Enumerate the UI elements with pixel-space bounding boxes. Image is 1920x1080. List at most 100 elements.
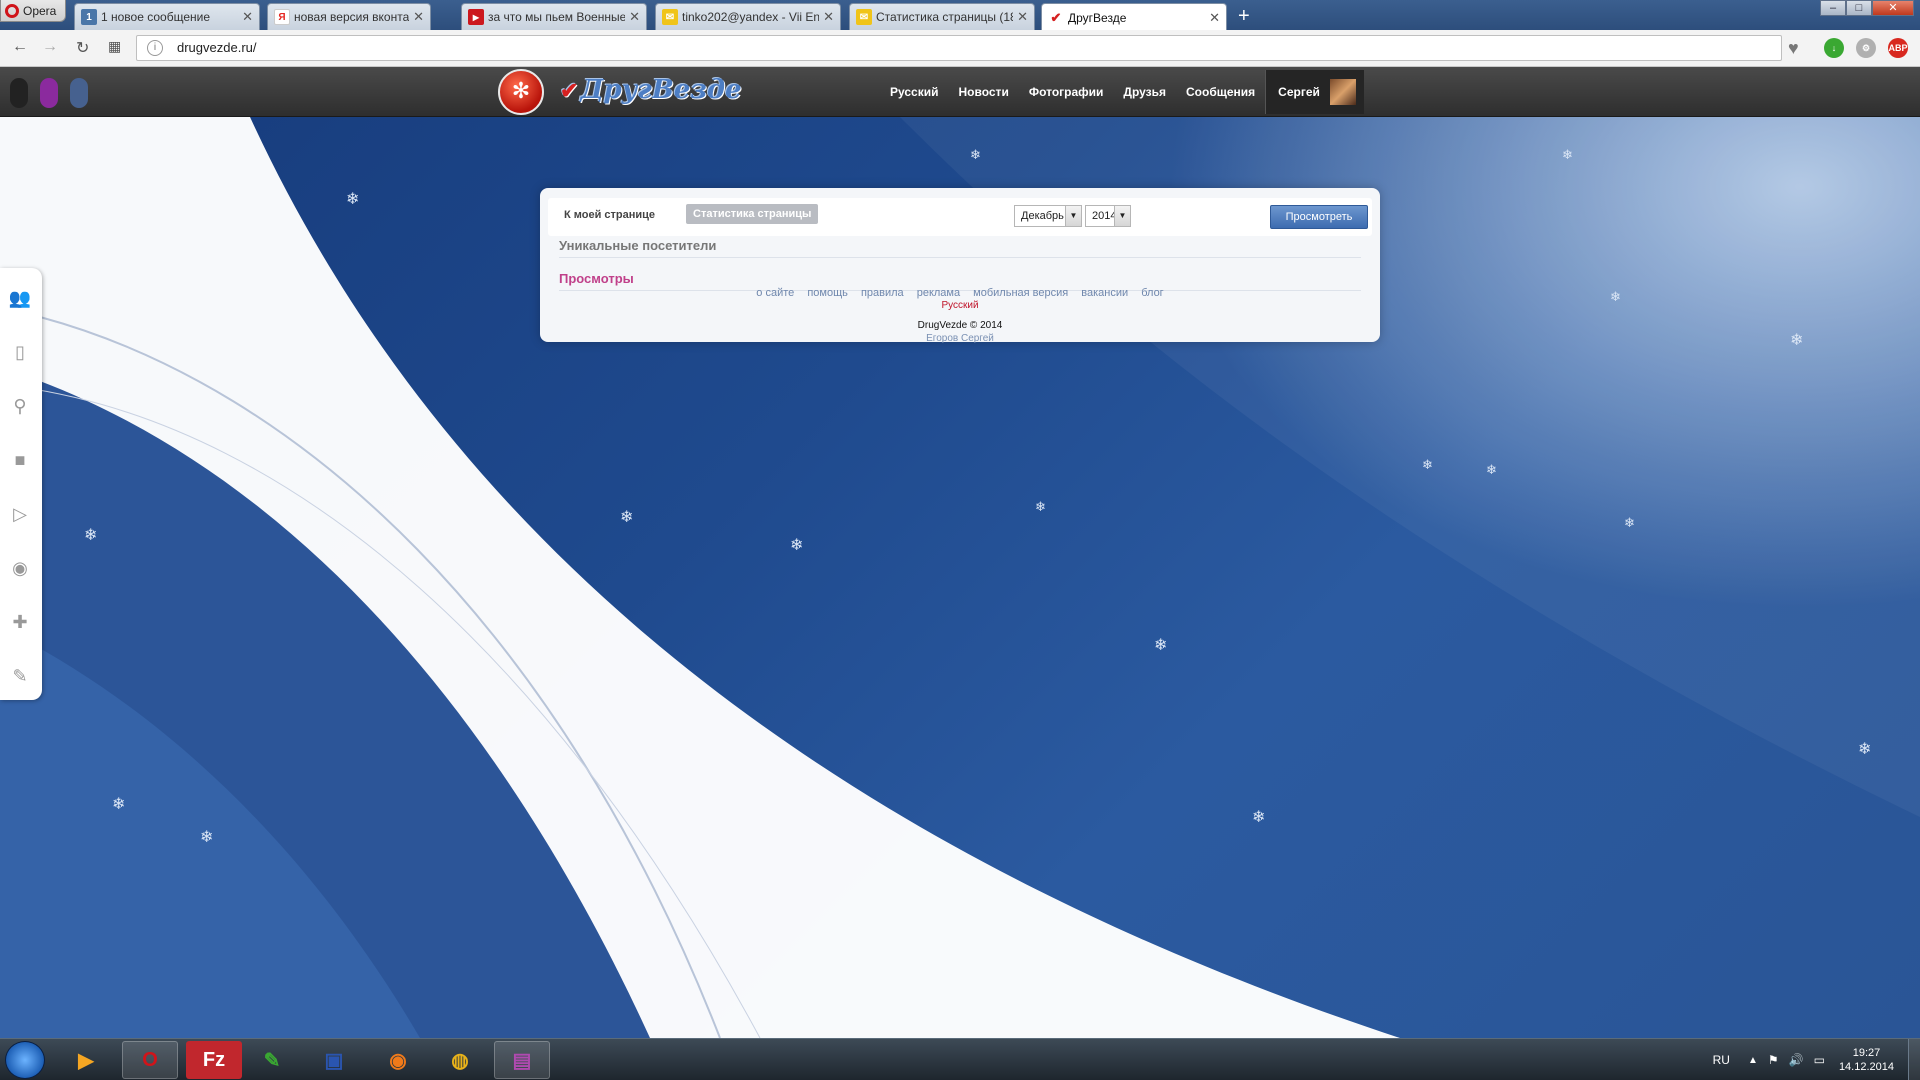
browser-tab[interactable]: 1 1 новое сообщение ✕ <box>74 3 260 30</box>
action-center-flag-icon[interactable]: ⚑ <box>1768 1053 1779 1067</box>
extension-icon[interactable]: ⚙ <box>1856 38 1876 58</box>
speed-dial-icon[interactable]: ▦ <box>108 38 121 55</box>
logo-bird-icon: ✔ <box>560 78 579 104</box>
start-button[interactable] <box>5 1041 45 1079</box>
logo-snow-ball-icon[interactable]: ✻ <box>498 69 544 115</box>
browser-tab[interactable]: ✉ Статистика страницы (18 ✕ <box>849 3 1035 30</box>
network-icon[interactable]: ▭ <box>1814 1053 1825 1067</box>
play-icon[interactable]: ▷ <box>8 502 32 526</box>
drugvezde-icon: ✔ <box>1048 9 1064 26</box>
footer-link-ads[interactable]: реклама <box>917 287 960 299</box>
snowflake-icon: ❄ <box>112 796 126 813</box>
tab-my-page[interactable]: К моей странице <box>564 209 655 221</box>
chevron-down-icon[interactable]: ▼ <box>1114 206 1130 226</box>
system-tray: RU ▲ ⚑ 🔊 ▭ 19:27 14.12.2014 <box>1713 1039 1920 1080</box>
download-extension-icon[interactable]: ↓ <box>1824 38 1844 58</box>
snowflake-icon: ❄ <box>1252 809 1266 826</box>
browser-tab-title: Статистика страницы (18 <box>876 10 1014 24</box>
volume-icon[interactable]: 🔊 <box>1789 1053 1804 1067</box>
search-icon[interactable]: ⚲ <box>8 394 32 418</box>
snowflake-icon: ❄ <box>1562 147 1573 162</box>
close-tab-icon[interactable]: ✕ <box>1209 10 1220 26</box>
close-tab-icon[interactable]: ✕ <box>1017 9 1028 25</box>
close-tab-icon[interactable]: ✕ <box>242 9 253 25</box>
avatar[interactable] <box>1329 79 1356 105</box>
tab-page-statistics[interactable]: Статистика страницы <box>686 204 819 224</box>
view-button[interactable]: Просмотреть <box>1270 205 1368 229</box>
language-indicator[interactable]: RU <box>1713 1053 1730 1067</box>
back-icon[interactable]: ← <box>12 38 28 56</box>
maximize-icon[interactable]: □ <box>1846 0 1872 16</box>
gamepad-icon[interactable]: ✚ <box>8 610 32 634</box>
eye-icon[interactable]: ◉ <box>8 556 32 580</box>
new-tab-button[interactable]: + <box>1238 5 1250 28</box>
tray-expand-icon[interactable]: ▲ <box>1748 1055 1758 1066</box>
system-clock[interactable]: 19:27 14.12.2014 <box>1839 1046 1894 1074</box>
browser-tab-title: за что мы пьем Военные <box>488 10 626 24</box>
browser-tab-active[interactable]: ✔ ДругВезде ✕ <box>1041 3 1227 31</box>
browser-tab-title: ДругВезде <box>1068 10 1127 25</box>
site-info-icon[interactable]: i <box>147 40 163 56</box>
tools-icon[interactable]: ✎ <box>8 664 32 688</box>
user-name: Сергей <box>1278 85 1320 99</box>
opera-menu-button[interactable]: Opera <box>0 0 66 22</box>
show-desktop-button[interactable] <box>1908 1039 1920 1080</box>
browser-tab-title: tinko202@yandex - Vii Eng <box>682 10 820 24</box>
youtube-icon: ▶ <box>468 9 484 25</box>
snowflake-icon: ❄ <box>1486 462 1497 477</box>
year-select[interactable]: 2014 ▼ <box>1085 205 1131 227</box>
close-tab-icon[interactable]: ✕ <box>629 9 640 25</box>
filezilla-icon[interactable]: Fz <box>186 1041 242 1079</box>
browser-tab[interactable]: Я новая версия вконтакте н ✕ <box>267 3 431 30</box>
nav-messages[interactable]: Сообщения <box>1176 85 1265 99</box>
adblock-plus-icon[interactable]: ABP <box>1888 38 1908 58</box>
browser-tab-title: 1 новое сообщение <box>101 10 211 24</box>
site-logo[interactable]: ✔ДругВезде <box>560 75 742 105</box>
footer-copyright: DrugVezde © 2014 <box>917 320 1003 331</box>
nav-language[interactable]: Русский <box>880 85 949 99</box>
nav-photos[interactable]: Фотографии <box>1019 85 1114 99</box>
theme-purple-icon[interactable] <box>40 78 58 108</box>
close-tab-icon[interactable]: ✕ <box>823 9 834 25</box>
stash-heart-icon[interactable]: ♥ <box>1788 38 1799 59</box>
site-header: ✻ ✔ДругВезде Русский Новости Фотографии … <box>0 67 1920 117</box>
browser-tab[interactable]: ✉ tinko202@yandex - Vii Eng ✕ <box>655 3 841 30</box>
minimize-icon[interactable]: – <box>1820 0 1846 16</box>
chevron-down-icon[interactable]: ▼ <box>1065 206 1081 226</box>
footer-link-rules[interactable]: правила <box>861 287 904 299</box>
winrar-icon[interactable]: ▤ <box>494 1041 550 1079</box>
snowflake-icon: ❄ <box>790 537 804 554</box>
opera-taskbar-icon[interactable]: O <box>122 1041 178 1079</box>
footer-language-link[interactable]: Русский <box>0 300 1920 311</box>
nav-friends[interactable]: Друзья <box>1113 85 1176 99</box>
user-menu[interactable]: Сергей <box>1265 70 1364 114</box>
video-camera-icon[interactable]: ■ <box>8 448 32 472</box>
windows-taskbar: ▶ O Fz ✎ ▣ ◉ ◍ ▤ RU ▲ ⚑ 🔊 ▭ 19:27 14.12.… <box>0 1038 1920 1080</box>
yandex-mail-icon: ✉ <box>662 9 678 25</box>
snowflake-icon: ❄ <box>1035 499 1046 514</box>
firefox-icon[interactable]: ◉ <box>370 1041 426 1079</box>
footer-link-jobs[interactable]: вакансии <box>1081 287 1128 299</box>
footer-link-about[interactable]: о сайте <box>756 287 794 299</box>
theme-dark-icon[interactable] <box>10 78 28 108</box>
statistics-panel: К моей странице Статистика страницы Дека… <box>540 188 1380 342</box>
year-select-value: 2014 <box>1092 210 1117 222</box>
forward-icon[interactable]: → <box>42 38 58 56</box>
nav-news[interactable]: Новости <box>949 85 1019 99</box>
footer-link-mobile[interactable]: мобильная версия <box>973 287 1068 299</box>
footer-link-help[interactable]: помощь <box>807 287 848 299</box>
close-window-icon[interactable]: ✕ <box>1872 0 1914 16</box>
notepad-icon[interactable]: ✎ <box>244 1041 300 1079</box>
reload-icon[interactable]: ↻ <box>76 38 89 58</box>
statistics-toolbar: К моей странице Статистика страницы Дека… <box>548 198 1372 236</box>
address-field[interactable]: i drugvezde.ru/ <box>136 35 1782 61</box>
theme-blue-icon[interactable] <box>70 78 88 108</box>
footer-link-blog[interactable]: блог <box>1141 287 1163 299</box>
close-tab-icon[interactable]: ✕ <box>413 9 424 25</box>
chrome-icon[interactable]: ◍ <box>432 1041 488 1079</box>
save-disk-icon[interactable]: ▣ <box>306 1041 362 1079</box>
media-player-icon[interactable]: ▶ <box>58 1041 114 1079</box>
vk-icon: 1 <box>81 9 97 25</box>
browser-tab[interactable]: ▶ за что мы пьем Военные ✕ <box>461 3 647 30</box>
month-select[interactable]: Декабрь ▼ <box>1014 205 1082 227</box>
